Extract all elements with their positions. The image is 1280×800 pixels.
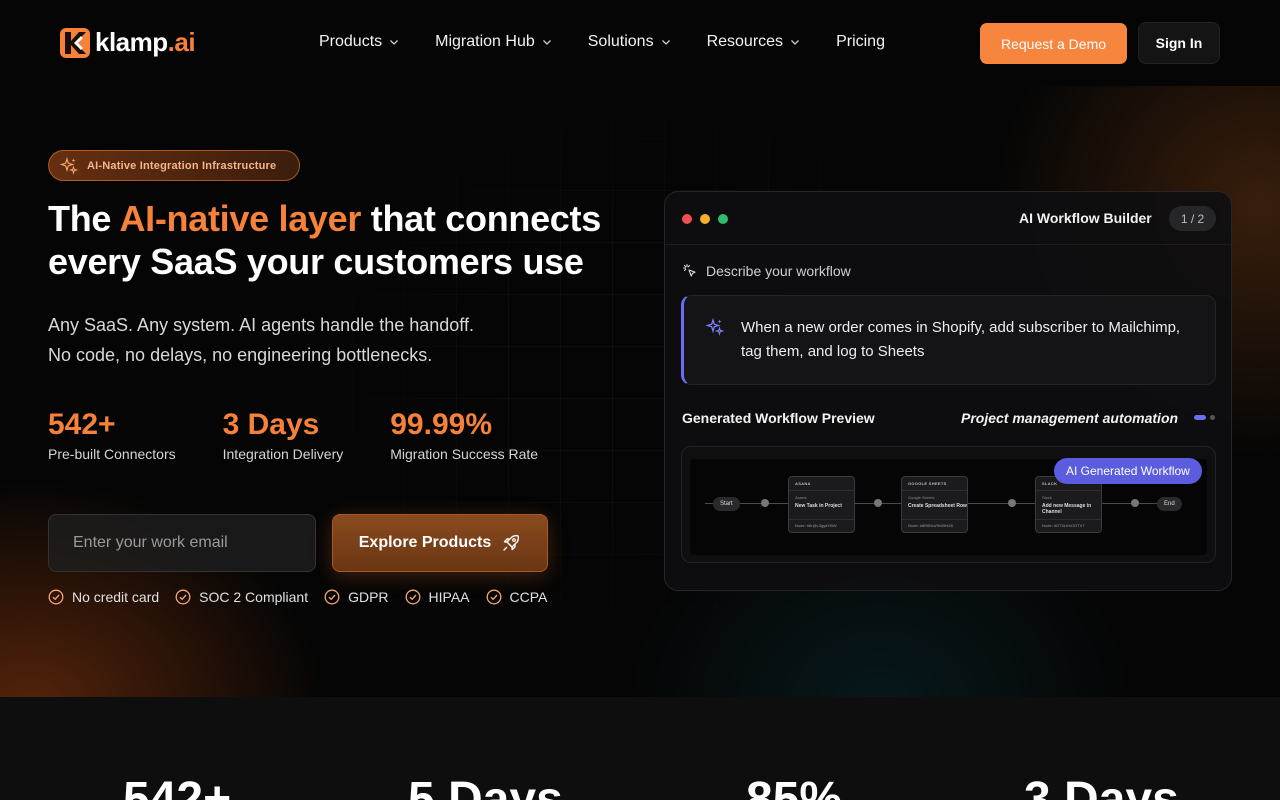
chevron-down-icon — [661, 40, 670, 45]
flow-step-slack: SLACK Slack Add new Message in Channel N… — [1035, 476, 1102, 533]
flow-dot — [1131, 499, 1139, 507]
window-dots — [682, 214, 728, 224]
preview-carousel-dots[interactable] — [1194, 415, 1215, 420]
carousel-dot-active[interactable] — [1194, 415, 1206, 420]
band-stat: 85% — [746, 773, 843, 800]
logo-text: klamp.ai — [95, 27, 196, 57]
green-dot-icon — [718, 214, 728, 224]
hero-badge: AI-Native Integration Infrastructure — [48, 150, 300, 181]
flow-end-node: End — [1157, 497, 1182, 511]
hero-headline: The AI-native layer that connects every … — [48, 198, 601, 282]
band-stat: 3 Days — [1024, 773, 1179, 800]
flow-step-asana: ASANA Asana New Task in Project Node: #6… — [788, 476, 855, 533]
carousel-dot[interactable] — [1210, 415, 1215, 420]
page-indicator[interactable]: 1 / 2 — [1169, 206, 1216, 231]
trust-list: No credit card SOC 2 Compliant GDPR HIPA… — [48, 589, 563, 605]
check-circle-icon — [486, 589, 501, 605]
request-demo-button[interactable]: Request a Demo — [980, 23, 1127, 64]
hero-subtext: Any SaaS. Any system. AI agents handle t… — [48, 315, 474, 365]
describe-workflow-label: Describe your workflow — [682, 263, 851, 279]
nav-link-resources[interactable]: Resources — [707, 31, 800, 53]
hero-stats: 542+ Pre-built Connectors 3 Days Integra… — [48, 407, 585, 462]
nav-link-pricing[interactable]: Pricing — [836, 31, 885, 53]
logo-mark-icon — [60, 27, 90, 58]
nav-link-products[interactable]: Products — [319, 31, 399, 53]
red-dot-icon — [682, 214, 692, 224]
flow-start-node: Start — [713, 497, 740, 511]
card-title: AI Workflow Builder — [1019, 210, 1152, 226]
stat-connectors: 542+ Pre-built Connectors — [48, 408, 176, 462]
chevron-down-icon — [791, 40, 800, 45]
work-email-input[interactable] — [48, 514, 316, 572]
flow-dot — [874, 499, 882, 507]
stat-integration-delivery: 3 Days Integration Delivery — [222, 408, 344, 462]
pointer-click-icon — [682, 263, 696, 277]
check-circle-icon — [175, 589, 191, 605]
nav-links: Products Migration Hub Solutions Resourc… — [319, 31, 921, 53]
workflow-prompt-box[interactable]: When a new order comes in Shopify, add s… — [681, 295, 1216, 385]
preview-title: Generated Workflow Preview — [682, 410, 875, 426]
nav-link-migration-hub[interactable]: Migration Hub — [435, 31, 552, 53]
chevron-down-icon — [390, 40, 399, 45]
flow-dot — [761, 499, 769, 507]
rocket-icon — [503, 534, 520, 551]
trust-item: SOC 2 Compliant — [175, 589, 308, 605]
ai-generated-badge: AI Generated Workflow — [1054, 458, 1202, 484]
sparkles-icon — [706, 318, 724, 336]
card-header: AI Workflow Builder 1 / 2 — [665, 192, 1231, 245]
nav-link-solutions[interactable]: Solutions — [588, 31, 671, 53]
page: klamp.ai Products Migration Hub Solution… — [0, 0, 1280, 800]
top-nav: klamp.ai Products Migration Hub Solution… — [0, 0, 1280, 86]
band-stat: 542+ — [123, 773, 232, 800]
headline-accent: AI-native layer — [119, 198, 362, 239]
workflow-builder-card: AI Workflow Builder 1 / 2 Describe your … — [664, 191, 1232, 591]
trust-item: CCPA — [486, 589, 547, 605]
hero-badge-label: AI-Native Integration Infrastructure — [87, 159, 277, 172]
check-circle-icon — [405, 589, 420, 605]
trust-item: No credit card — [48, 589, 159, 605]
logo[interactable]: klamp.ai — [60, 27, 196, 58]
trust-item: GDPR — [324, 589, 389, 605]
band-stat: 5 Days — [408, 773, 563, 800]
trust-item: HIPAA — [405, 589, 470, 605]
stat-migration-success: 99.99% Migration Success Rate — [390, 408, 539, 462]
flow-dot — [1008, 499, 1016, 507]
preview-subtitle: Project management automation — [961, 410, 1179, 426]
workflow-prompt-text: When a new order comes in Shopify, add s… — [741, 319, 1181, 360]
chevron-down-icon — [542, 40, 551, 45]
explore-products-button[interactable]: Explore Products — [332, 514, 548, 572]
check-circle-icon — [324, 589, 340, 605]
sign-in-button[interactable]: Sign In — [1138, 22, 1220, 64]
sparkles-icon — [60, 156, 78, 175]
flow-step-google-sheets: GOOGLE SHEETS Google Sheets Create Sprea… — [901, 476, 968, 533]
yellow-dot-icon — [700, 214, 710, 224]
check-circle-icon — [48, 589, 64, 605]
